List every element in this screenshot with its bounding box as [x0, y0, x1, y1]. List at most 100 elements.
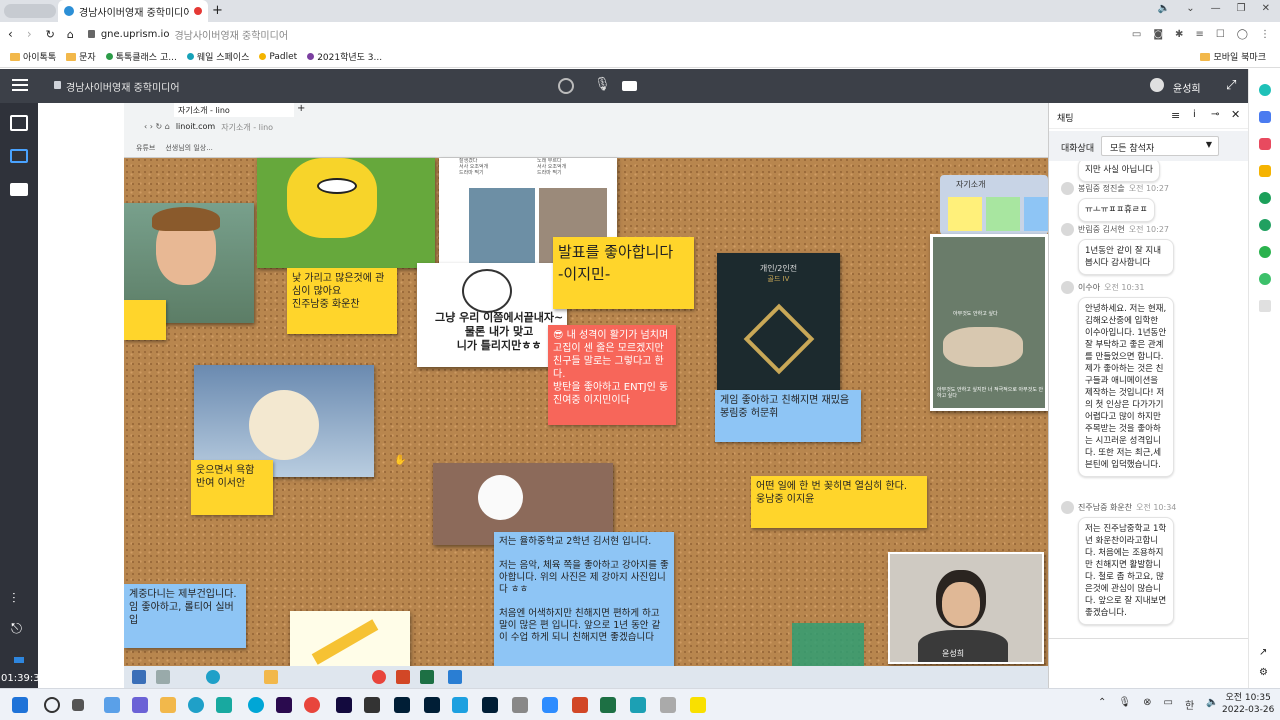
sidebar-app-icon[interactable]: [1258, 165, 1271, 177]
task-view-icon[interactable]: [72, 699, 84, 711]
close-window-button[interactable]: ✕: [1262, 3, 1270, 14]
list-icon[interactable]: ≡: [1195, 29, 1203, 40]
powerpoint-icon[interactable]: [572, 697, 588, 713]
app-icon[interactable]: [216, 697, 232, 713]
start-icon[interactable]: [132, 670, 146, 684]
sticky-note[interactable]: 저는 율하중학교 2학년 김서현 입니다. 저는 음악, 체육 쪽을 좋아하고 …: [494, 532, 674, 688]
minimize-button[interactable]: —: [1211, 3, 1221, 14]
inner-bookmark-item[interactable]: 선생님의 일상...: [165, 143, 213, 153]
sticky-note[interactable]: 😎 내 성격이 활기가 넘치며 고집이 센 줄은 모르겠지만 친구들 말로는 그…: [548, 325, 676, 425]
reload-icon[interactable]: ↻: [46, 28, 55, 41]
url-host[interactable]: gne.uprism.io: [101, 29, 170, 40]
word-icon[interactable]: [396, 670, 410, 684]
windows-start-icon[interactable]: [12, 697, 28, 713]
sidebar-app-icon[interactable]: [1258, 111, 1271, 123]
bookmark-item[interactable]: 톡톡클래스 고...: [105, 50, 177, 63]
search-icon[interactable]: [44, 697, 60, 713]
extension-icon[interactable]: ✱: [1175, 29, 1183, 40]
sticky-note[interactable]: 발표를 좋아합니다 -이지민-: [553, 237, 694, 309]
camera-icon[interactable]: [622, 81, 637, 91]
premiere-icon[interactable]: [276, 697, 292, 713]
sticky-note[interactable]: 게임 좋아하고 친해지면 재밌음 봉림중 허문휘: [715, 390, 861, 442]
inner-bookmark-item[interactable]: 유튜브: [136, 143, 155, 153]
cast-icon[interactable]: ▭: [1132, 29, 1141, 40]
profile-icon[interactable]: ◯: [1237, 29, 1248, 40]
home-icon[interactable]: ⌂: [67, 28, 74, 41]
speaker-icon[interactable]: 🔈: [1206, 697, 1218, 712]
sidebar-app-icon[interactable]: [1258, 84, 1271, 96]
sidebar-app-icon[interactable]: [1258, 192, 1271, 204]
excel-icon[interactable]: [420, 670, 434, 684]
chat-target-select[interactable]: 모든 참석자 ▼: [1101, 136, 1219, 156]
inner-url[interactable]: linoit.com: [176, 122, 215, 133]
explorer-icon[interactable]: [264, 670, 278, 684]
folder-widget[interactable]: 자기소개: [940, 175, 1048, 235]
sticky-note[interactable]: 낯 가리고 많은것에 관심이 많아요 진주남중 화운찬: [287, 268, 397, 334]
bookmark-icon[interactable]: ☐: [1216, 29, 1225, 40]
sidebar-app-icon[interactable]: [1258, 138, 1271, 150]
forward-icon[interactable]: ›: [27, 27, 32, 41]
explorer-icon[interactable]: [160, 697, 176, 713]
app-icon[interactable]: [248, 697, 264, 713]
app-icon[interactable]: [512, 697, 528, 713]
menu-icon[interactable]: ⋮: [1260, 29, 1270, 40]
chat-close-icon[interactable]: ✕: [1231, 108, 1240, 121]
app-icon[interactable]: [660, 697, 676, 713]
lightroom-classic-icon[interactable]: [424, 697, 440, 713]
back-icon[interactable]: ‹: [8, 27, 13, 41]
bookmark-item[interactable]: 2021학년도 3...: [307, 50, 382, 63]
network-icon[interactable]: ▭: [1163, 697, 1172, 712]
volume-icon[interactable]: 🔈: [1158, 3, 1170, 14]
excel-icon[interactable]: [600, 697, 616, 713]
inner-tab[interactable]: 자기소개 - lino: [174, 103, 294, 117]
rush-icon[interactable]: [336, 697, 352, 713]
exit-icon[interactable]: ⎋: [11, 621, 22, 637]
inner-new-tab-button[interactable]: +: [297, 103, 305, 114]
mic-icon[interactable]: 🎙: [1118, 697, 1131, 712]
chrome-icon[interactable]: [304, 697, 320, 713]
user-name[interactable]: 윤성희: [1173, 80, 1201, 95]
new-tab-button[interactable]: +: [212, 3, 223, 18]
sticky-note-fragment[interactable]: [124, 300, 166, 340]
hamburger-menu-icon[interactable]: [12, 79, 28, 91]
zoom-icon[interactable]: [542, 697, 558, 713]
bookmark-item[interactable]: 문자: [66, 50, 96, 63]
external-link-icon[interactable]: ↗: [1259, 647, 1267, 658]
lightroom-icon[interactable]: [394, 697, 410, 713]
ime-indicator[interactable]: 한: [1185, 697, 1194, 712]
app-icon[interactable]: [630, 697, 646, 713]
mobile-bookmarks[interactable]: 모바일 북마크: [1200, 50, 1266, 63]
mic-muted-icon[interactable]: 🎙: [594, 77, 611, 92]
chat-input[interactable]: [1049, 638, 1249, 688]
bookmark-item[interactable]: 아이톡톡: [10, 50, 56, 63]
sticky-note[interactable]: 계중다니는 제부건입니다. 임 좋아하고, 롤티어 실버입: [124, 584, 246, 648]
browser-tab[interactable]: 경남사이버영재 중학미디어: [58, 0, 208, 22]
sidebar-app-icon[interactable]: [1258, 219, 1271, 231]
chat-list-icon[interactable]: ≡: [1171, 109, 1180, 122]
kakao-icon[interactable]: [690, 697, 706, 713]
settings-icon[interactable]: ⚙: [1259, 667, 1268, 678]
sticky-note[interactable]: 어떤 일에 한 번 꽂히면 열심히 한다. 웅남중 이지윤: [751, 476, 927, 528]
clock[interactable]: 오전 10:35 2022-03-26: [1222, 692, 1274, 716]
chat-info-icon[interactable]: i: [1193, 109, 1196, 120]
screen-share-icon[interactable]: [558, 78, 574, 94]
media-icon[interactable]: [448, 670, 462, 684]
close-circle-icon[interactable]: ⊗: [1143, 697, 1151, 712]
edge-icon[interactable]: [188, 697, 204, 713]
bookmark-item[interactable]: 웨일 스페이스: [186, 50, 249, 63]
app-icon[interactable]: [364, 697, 380, 713]
chevron-down-icon[interactable]: ⌄: [1186, 3, 1194, 14]
chrome-icon[interactable]: [372, 670, 386, 684]
app-icon[interactable]: [104, 697, 120, 713]
folder-icon[interactable]: [10, 183, 28, 196]
photoshop-icon[interactable]: [482, 697, 498, 713]
settings-sliders-icon[interactable]: ⫶: [12, 591, 16, 607]
sticky-note[interactable]: 웃으면서 욕함 반여 이서안: [191, 460, 273, 515]
bookmark-item[interactable]: Padlet: [259, 52, 297, 62]
app-icon[interactable]: [452, 697, 468, 713]
restore-button[interactable]: ❐: [1237, 3, 1246, 14]
tray-chevron-up-icon[interactable]: ⌃: [1098, 697, 1106, 712]
fullscreen-icon[interactable]: ⤢: [1226, 78, 1236, 93]
sidebar-app-icon[interactable]: [1258, 273, 1271, 285]
search-icon[interactable]: [156, 670, 170, 684]
